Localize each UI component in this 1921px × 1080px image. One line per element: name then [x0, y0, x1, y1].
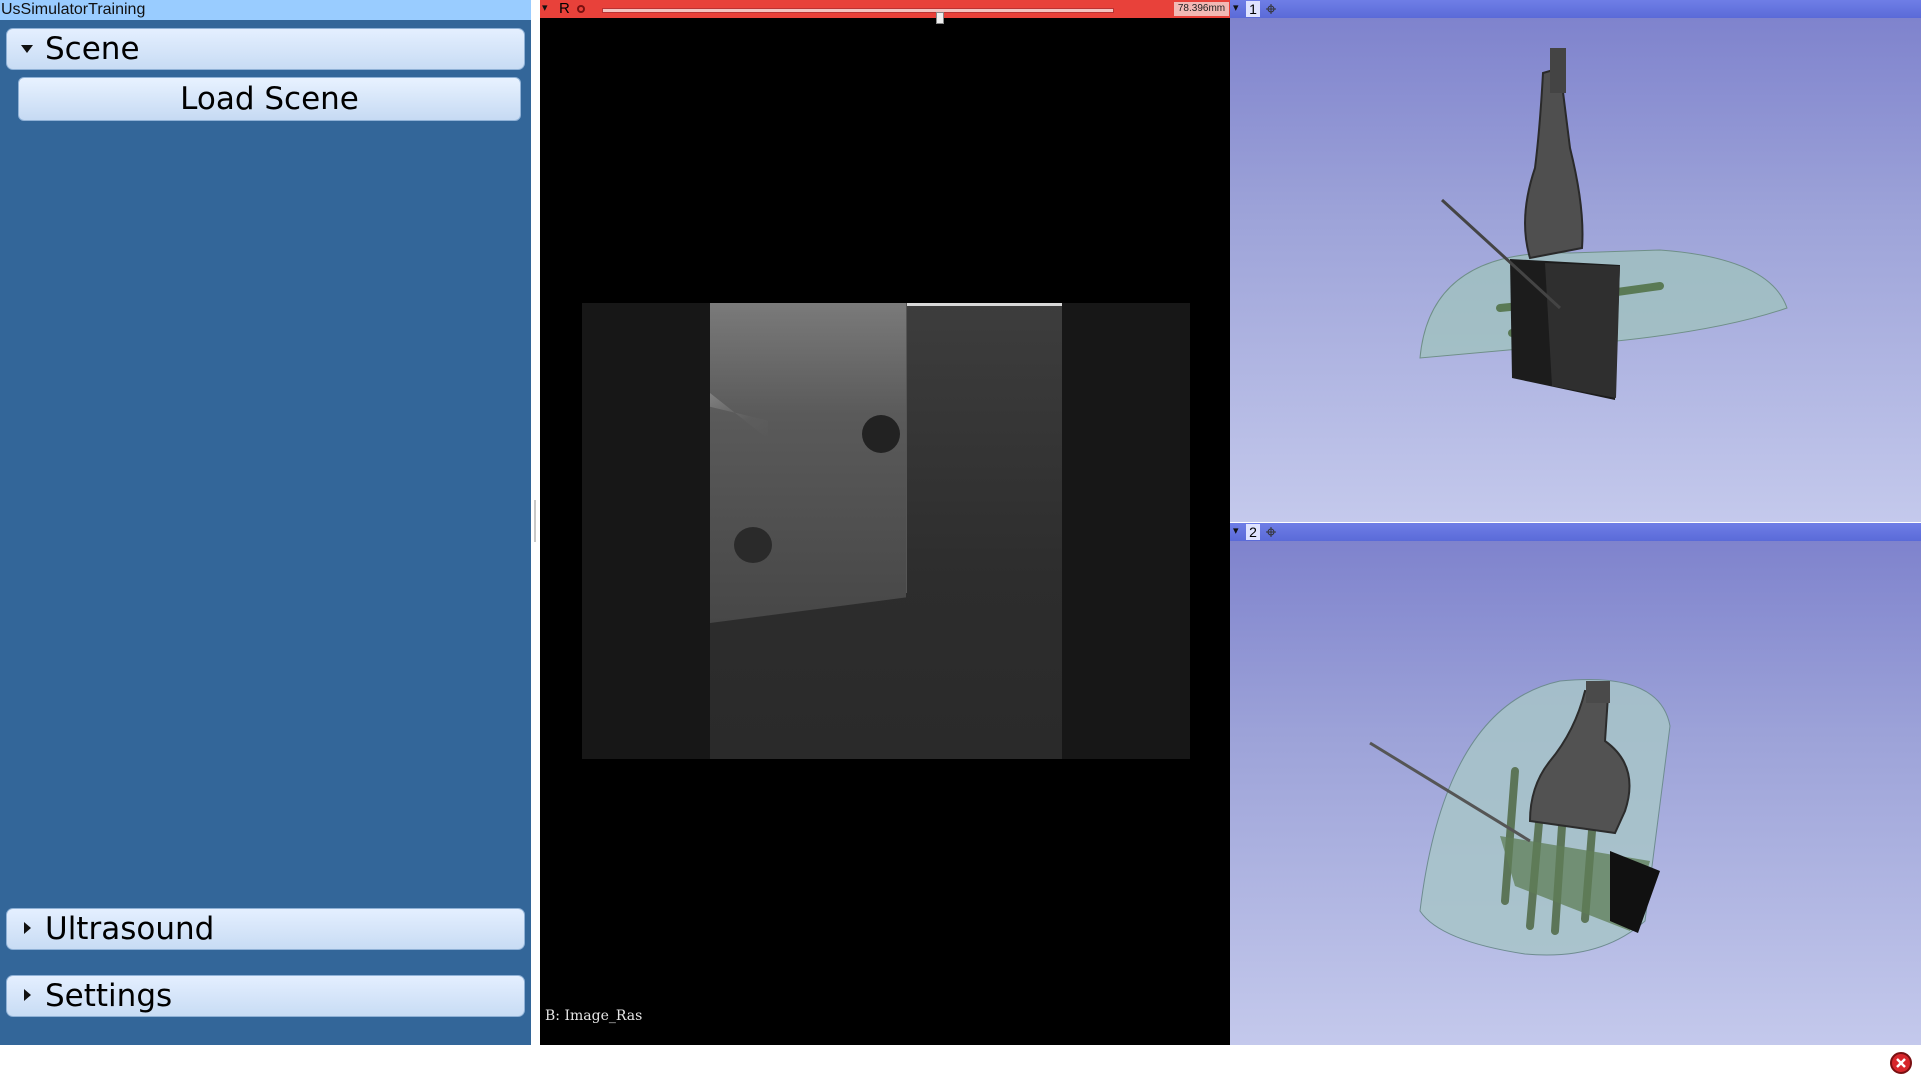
- collapse-arrow-down-icon: [21, 29, 37, 69]
- module-panel: UsSimulatorTraining Scene Load Scene Ult…: [0, 0, 531, 1045]
- status-bar: [0, 1045, 1921, 1080]
- probe-surface-line: [906, 303, 1062, 306]
- scene-section-label: Scene: [45, 31, 140, 67]
- pin-icon[interactable]: ▾: [1233, 523, 1239, 539]
- background-volume-name: B: Image_Ras: [545, 1008, 643, 1024]
- center-view-icon[interactable]: [1266, 527, 1276, 537]
- ultrasound-bright-region: [710, 303, 906, 623]
- ultrasound-image: [582, 303, 1190, 759]
- ultrasound-scan-region: [710, 303, 1062, 759]
- probe-model: [1524, 66, 1584, 260]
- slice-offset-slider[interactable]: [602, 8, 1114, 24]
- slice-view-label: R: [559, 0, 570, 17]
- vessel-cross-section: [862, 415, 900, 453]
- pin-icon[interactable]: ▾: [1233, 0, 1239, 16]
- app-title: UsSimulatorTraining: [0, 0, 531, 20]
- load-scene-button[interactable]: Load Scene: [18, 77, 521, 121]
- link-icon[interactable]: [576, 4, 586, 14]
- expand-arrow-right-icon: [21, 976, 37, 1016]
- scene-section-header[interactable]: Scene: [6, 28, 525, 70]
- 3d-view-label: 2: [1246, 524, 1260, 540]
- 3d-scene-render: [1369, 678, 1671, 956]
- phantom-edge-echo: [906, 303, 907, 593]
- 3d-view-label: 1: [1246, 1, 1260, 17]
- splitter-grip[interactable]: [534, 500, 536, 542]
- 3d-view-controller-bar: ▾ 2: [1230, 523, 1921, 541]
- slice-view-red[interactable]: ▾ R 78.396mm B: Image_Ras: [540, 0, 1230, 1045]
- expand-arrow-right-icon: [21, 909, 37, 949]
- settings-section-header[interactable]: Settings: [6, 975, 525, 1017]
- slice-controller-bar: ▾ R 78.396mm: [540, 0, 1230, 24]
- 3d-view-2[interactable]: ▾ 2: [1230, 523, 1921, 1045]
- panel-splitter[interactable]: [531, 0, 540, 1045]
- 3d-view-controller-bar: ▾ 1: [1230, 0, 1921, 18]
- settings-section-label: Settings: [45, 978, 173, 1014]
- ultrasound-section-label: Ultrasound: [45, 911, 215, 947]
- 3d-view-1[interactable]: ▾ 1: [1230, 0, 1921, 522]
- vessel-cross-section: [734, 527, 772, 563]
- center-view-icon[interactable]: [1266, 4, 1276, 14]
- ultrasound-section-header[interactable]: Ultrasound: [6, 908, 525, 950]
- pin-icon[interactable]: ▾: [542, 0, 552, 18]
- slice-offset-value[interactable]: 78.396mm: [1174, 2, 1229, 16]
- slice-offset-slider-handle[interactable]: [936, 12, 944, 24]
- error-indicator-icon[interactable]: [1890, 1052, 1912, 1074]
- 3d-scene-render: [1419, 48, 1788, 400]
